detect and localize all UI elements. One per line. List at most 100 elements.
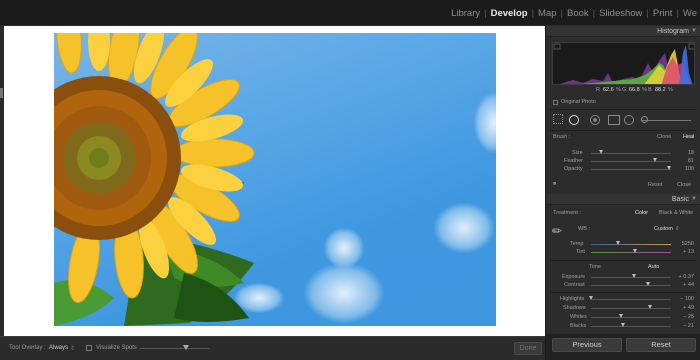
blacks-slider-thumb[interactable] (621, 323, 625, 327)
r-value: 62.6 (603, 87, 614, 93)
histogram-title: Histogram (657, 28, 689, 35)
treatment-label: Treatment : (553, 210, 581, 216)
blacks-slider[interactable] (591, 326, 671, 327)
wb-label: WB : (578, 226, 590, 232)
divider (550, 109, 697, 110)
temp-slider-thumb[interactable] (616, 241, 620, 245)
wb-select[interactable]: Custom (654, 226, 673, 232)
contrast-slider[interactable] (591, 285, 671, 286)
tint-slider[interactable] (591, 252, 671, 253)
visualize-spots-slider[interactable] (140, 348, 210, 349)
divider (550, 130, 697, 131)
percent-label: % (642, 87, 647, 93)
highlights-slider-thumb[interactable] (589, 296, 593, 300)
opacity-value[interactable]: 100 (674, 166, 694, 172)
highlights-value[interactable]: − 100 (674, 296, 694, 302)
shadows-slider-thumb[interactable] (648, 305, 652, 309)
toggle-switch-icon[interactable]: ■ (553, 181, 556, 187)
temp-value[interactable]: 5250 (674, 241, 694, 247)
blacks-value[interactable]: − 21 (674, 323, 694, 329)
divider (550, 260, 697, 261)
tool-overlay-select[interactable]: Always (49, 345, 68, 351)
size-slider[interactable] (591, 153, 671, 154)
whites-slider[interactable] (591, 317, 671, 318)
feather-slider-thumb[interactable] (653, 158, 657, 162)
adjustment-brush-handle[interactable] (641, 116, 648, 123)
graduated-filter-icon[interactable] (608, 115, 620, 125)
size-value[interactable]: 18 (674, 150, 694, 156)
basic-header[interactable]: Basic ▼ (546, 194, 700, 205)
module-map[interactable]: Map (535, 8, 559, 19)
reset-button[interactable]: Reset (626, 338, 696, 352)
temp-label: Temp (570, 241, 584, 247)
previous-button[interactable]: Previous (552, 338, 622, 352)
module-print[interactable]: Print (650, 8, 676, 19)
module-book[interactable]: Book (564, 8, 592, 19)
tone-label: Tone (589, 264, 601, 270)
treatment-bw-option[interactable]: Black & White (659, 210, 693, 216)
tint-value[interactable]: + 13 (674, 249, 694, 255)
feather-slider[interactable] (591, 161, 671, 162)
original-photo-checkbox[interactable] (553, 100, 558, 105)
crop-tool-icon[interactable] (553, 114, 563, 124)
tool-overlay-label: Tool Overlay : (9, 345, 46, 351)
whites-slider-thumb[interactable] (619, 314, 623, 318)
brush-clone-option[interactable]: Clone (657, 134, 671, 140)
shadows-value[interactable]: + 49 (674, 305, 694, 311)
contrast-slider-thumb[interactable] (646, 282, 650, 286)
original-photo-label: Original Photo (561, 99, 596, 105)
visualize-spots-label: Visualize Spots (96, 345, 137, 351)
opacity-slider-thumb[interactable] (667, 166, 671, 170)
module-library[interactable]: Library (448, 8, 483, 19)
size-label: Size (572, 150, 583, 156)
eyedropper-icon[interactable]: ✏ (552, 224, 562, 238)
module-picker: Library | Develop | Map | Book | Slideshow | … (448, 0, 700, 26)
contrast-value[interactable]: + 44 (674, 282, 694, 288)
brush-reset-button[interactable]: Reset (648, 182, 662, 188)
treatment-color-option[interactable]: Color (635, 210, 648, 216)
brush-close-button[interactable]: Close (677, 182, 691, 188)
tone-auto-button[interactable]: Auto (648, 264, 659, 270)
histogram-chart[interactable] (552, 42, 695, 85)
image-canvas (4, 26, 545, 336)
opacity-slider[interactable] (591, 169, 671, 170)
exposure-slider[interactable] (591, 277, 671, 278)
spot-removal-tool-icon[interactable] (569, 115, 579, 125)
g-label: G (622, 87, 627, 93)
tint-slider-thumb[interactable] (633, 249, 637, 253)
size-slider-thumb[interactable] (599, 150, 603, 154)
photo-preview[interactable] (54, 33, 496, 326)
feather-value[interactable]: 81 (674, 158, 694, 164)
triangle-down-icon[interactable]: ▼ (691, 196, 697, 202)
exposure-value[interactable]: + 0.37 (674, 274, 694, 280)
chevron-updown-icon[interactable]: ⇕ (70, 345, 75, 352)
histogram-header[interactable]: Histogram ▼ (546, 26, 700, 37)
exposure-slider-thumb[interactable] (632, 274, 636, 278)
percent-label: % (668, 87, 673, 93)
temp-slider[interactable] (591, 244, 671, 245)
chevron-updown-icon[interactable]: ⇕ (675, 226, 680, 232)
done-button[interactable]: Done (514, 342, 542, 355)
brush-heal-option[interactable]: Heal (683, 134, 694, 140)
highlights-slider[interactable] (591, 299, 671, 300)
shadows-label: Shadows (563, 305, 586, 311)
feather-label: Feather (564, 158, 583, 164)
basic-title: Basic (671, 196, 689, 203)
collapse-handle[interactable] (0, 88, 3, 98)
whites-value[interactable]: − 25 (674, 314, 694, 320)
highlights-label: Highlights (560, 296, 585, 302)
module-picker-bar: Library | Develop | Map | Book | Slideshow | … (0, 0, 700, 26)
sunflower-illustration (54, 33, 255, 326)
adjustment-brush-icon[interactable] (641, 120, 691, 121)
red-eye-tool-icon[interactable] (590, 115, 600, 125)
module-slideshow[interactable]: Slideshow (596, 8, 645, 19)
radial-filter-icon[interactable] (624, 115, 634, 125)
contrast-label: Contrast (564, 282, 585, 288)
module-develop[interactable]: Develop (488, 8, 531, 19)
triangle-down-icon[interactable]: ▼ (691, 28, 697, 34)
shadows-slider[interactable] (591, 308, 671, 309)
visualize-spots-thumb[interactable] (183, 345, 189, 350)
module-web[interactable]: We (680, 8, 700, 19)
visualize-spots-checkbox[interactable] (86, 345, 92, 351)
whites-label: Whites (570, 314, 587, 320)
